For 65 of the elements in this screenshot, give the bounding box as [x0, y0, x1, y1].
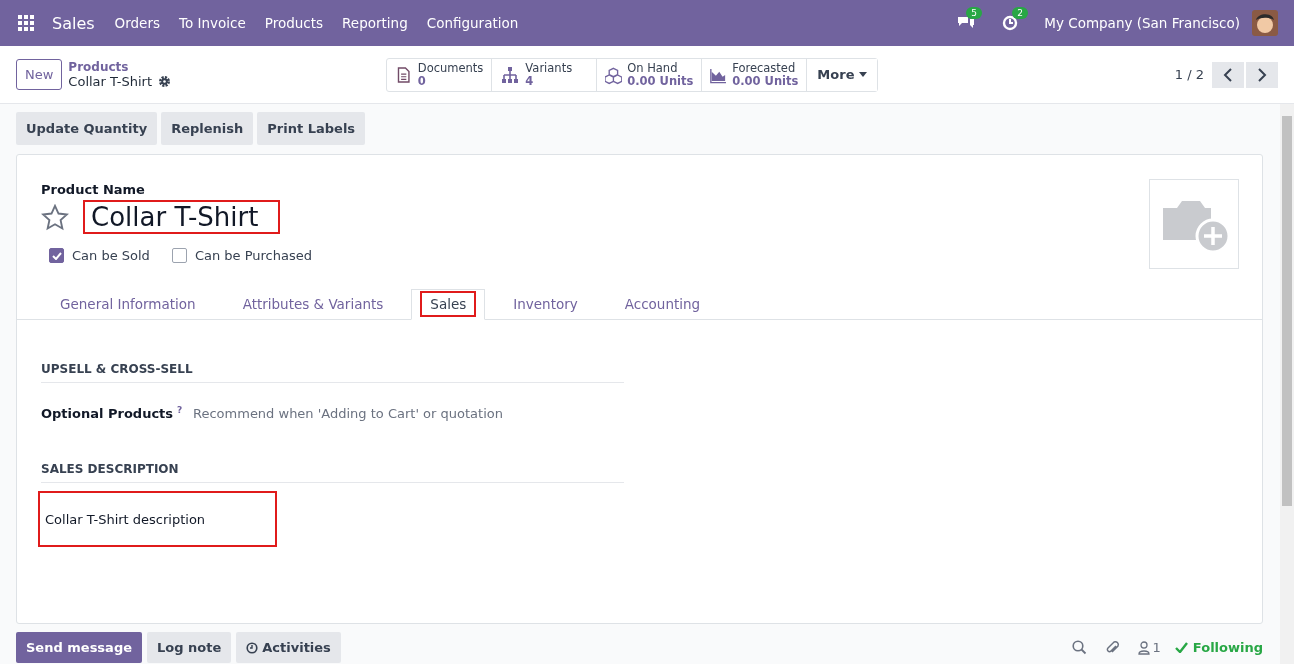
chevron-left-icon: [1223, 67, 1233, 82]
new-button[interactable]: New: [16, 59, 63, 90]
gear-icon[interactable]: [158, 75, 172, 88]
chatter-button[interactable]: Send message: [16, 632, 142, 663]
menu-item[interactable]: Orders: [114, 15, 160, 31]
user-avatar-icon[interactable]: [1252, 10, 1278, 36]
field-label: Optional Products $^{?}$: [41, 405, 184, 422]
chatter-button[interactable]: Log note: [147, 632, 232, 663]
apps-menu-icon[interactable]: [18, 15, 34, 31]
scrollbar[interactable]: [1280, 104, 1294, 664]
form-tab[interactable]: General Information: [41, 289, 215, 320]
smart-button-label: On Hand: [627, 61, 679, 75]
smart-button[interactable]: Variants 4: [492, 58, 598, 91]
document-icon: [395, 64, 413, 85]
menu-item[interactable]: Configuration: [426, 15, 519, 31]
caret-icon: [859, 72, 868, 77]
action-button[interactable]: Replenish: [161, 112, 254, 145]
smart-button[interactable]: On Hand 0.00 Units: [597, 58, 703, 91]
previous-button[interactable]: [1212, 61, 1244, 88]
form-tab[interactable]: Inventory: [494, 289, 597, 320]
check-icon: [1174, 642, 1188, 653]
smart-button-value: 4: [525, 74, 535, 88]
clock-icon[interactable]: [1002, 15, 1019, 31]
sales-description-field[interactable]: Collar T-Shirt description: [38, 491, 277, 547]
smart-button[interactable]: Documents 0: [387, 58, 493, 91]
messages-count-badge: 5: [966, 7, 982, 19]
checkbox-label[interactable]: Can be Sold: [72, 248, 150, 263]
chevron-right-icon: [1257, 67, 1267, 82]
company-switcher[interactable]: My Company (San Francisco): [1044, 15, 1240, 31]
section-heading: UPSELL & CROSS-SELL: [41, 362, 624, 383]
action-button[interactable]: Update Quantity: [16, 112, 158, 145]
smart-button-value: 0.00 Units: [627, 74, 694, 88]
record-title: Collar T-Shirt: [68, 74, 153, 89]
smart-button-label: Variants: [525, 61, 573, 75]
checkbox[interactable]: [171, 248, 187, 263]
followers-button[interactable]: 1: [1137, 640, 1161, 655]
menu-item[interactable]: To Invoice: [179, 15, 246, 31]
checkbox-label[interactable]: Can be Purchased: [194, 248, 312, 263]
section-heading: SALES DESCRIPTION: [41, 462, 624, 483]
following-button[interactable]: Following: [1174, 640, 1263, 655]
search-icon[interactable]: [1071, 640, 1087, 655]
smart-button-label: Forecasted: [732, 61, 797, 75]
star-icon[interactable]: [41, 203, 69, 231]
form-tab[interactable]: Accounting: [605, 289, 720, 320]
app-title[interactable]: Sales: [52, 13, 95, 33]
breadcrumb-link[interactable]: Products: [68, 60, 387, 74]
menu-item[interactable]: Products: [264, 15, 324, 31]
smart-button-value: 0: [417, 74, 427, 88]
form-tab[interactable]: Sales: [411, 289, 486, 320]
pager-value: 1 / 2: [1174, 67, 1204, 82]
smart-button-label: Documents: [417, 61, 484, 75]
clock-icon: [246, 641, 259, 654]
paperclip-icon[interactable]: [1104, 639, 1120, 656]
product-name-field[interactable]: Collar T-Shirt: [83, 200, 281, 234]
chatter-button[interactable]: Activities: [236, 632, 341, 663]
activities-count-badge: 2: [1012, 7, 1028, 19]
action-button[interactable]: Print Labels: [257, 112, 366, 145]
hierarchy-icon: [500, 64, 521, 85]
smart-button-value: 0.00 Units: [732, 74, 799, 88]
field-label: Product Name: [41, 182, 145, 197]
next-button[interactable]: [1246, 61, 1278, 88]
scrollbar-thumb[interactable]: [1282, 116, 1292, 506]
checkbox[interactable]: [49, 248, 64, 263]
form-tab[interactable]: Attributes & Variants: [223, 289, 403, 320]
menu-item[interactable]: Reporting: [342, 15, 408, 31]
